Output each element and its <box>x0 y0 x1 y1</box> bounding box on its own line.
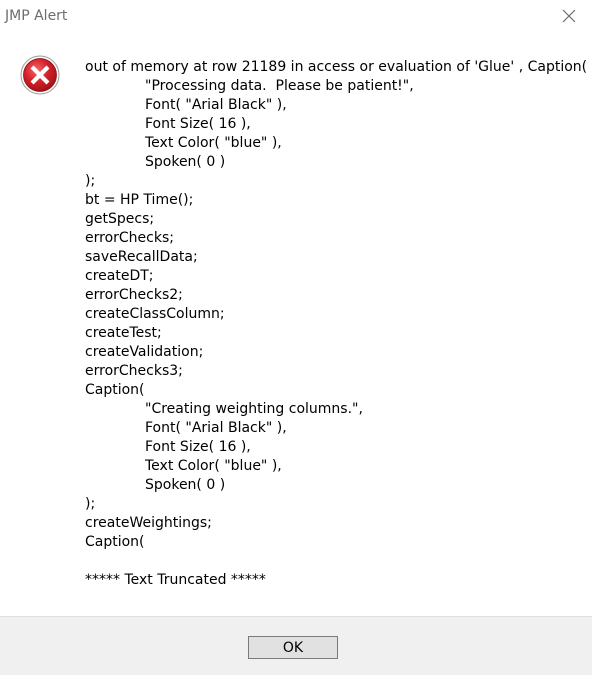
message-line: ); <box>85 496 96 512</box>
button-bar: OK <box>0 616 592 675</box>
message-line: Spoken( 0 ) <box>145 477 226 493</box>
message-line: Font( "Arial Black" ), <box>145 420 287 436</box>
close-button[interactable] <box>546 0 592 32</box>
ok-button[interactable]: OK <box>248 636 338 659</box>
message-line: "Processing data. Please be patient!", <box>145 78 414 94</box>
message-line: errorChecks2; <box>85 287 183 303</box>
message-line: Text Color( "blue" ), <box>145 458 282 474</box>
error-icon <box>20 55 60 95</box>
message-line: "Creating weighting columns.", <box>145 401 363 417</box>
window-title: JMP Alert <box>5 8 68 24</box>
message-line: Caption( <box>85 382 145 398</box>
message-line: errorChecks3; <box>85 363 183 379</box>
message-line: saveRecallData; <box>85 249 198 265</box>
message-line: createValidation; <box>85 344 204 360</box>
message-line: createWeightings; <box>85 515 212 531</box>
alert-message: out of memory at row 21189 in access or … <box>85 58 588 590</box>
message-line: ***** Text Truncated ***** <box>85 572 266 588</box>
message-line <box>85 552 585 571</box>
message-line: Font Size( 16 ), <box>145 439 251 455</box>
message-line: createDT; <box>85 268 154 284</box>
message-line: bt = HP Time(); <box>85 192 194 208</box>
message-line: Font( "Arial Black" ), <box>145 97 287 113</box>
message-line: out of memory at row 21189 in access or … <box>85 59 588 75</box>
message-line: getSpecs; <box>85 211 155 227</box>
message-line: Font Size( 16 ), <box>145 116 251 132</box>
alert-dialog: JMP Alert out of memory at row 21189 in … <box>0 0 592 675</box>
message-line: createTest; <box>85 325 162 341</box>
message-line: Caption( <box>85 534 145 550</box>
message-line: ); <box>85 173 96 189</box>
title-bar: JMP Alert <box>0 0 592 34</box>
message-line: errorChecks; <box>85 230 174 246</box>
message-line: Text Color( "blue" ), <box>145 135 282 151</box>
close-icon <box>562 9 576 23</box>
message-line: Spoken( 0 ) <box>145 154 226 170</box>
message-line: createClassColumn; <box>85 306 225 322</box>
